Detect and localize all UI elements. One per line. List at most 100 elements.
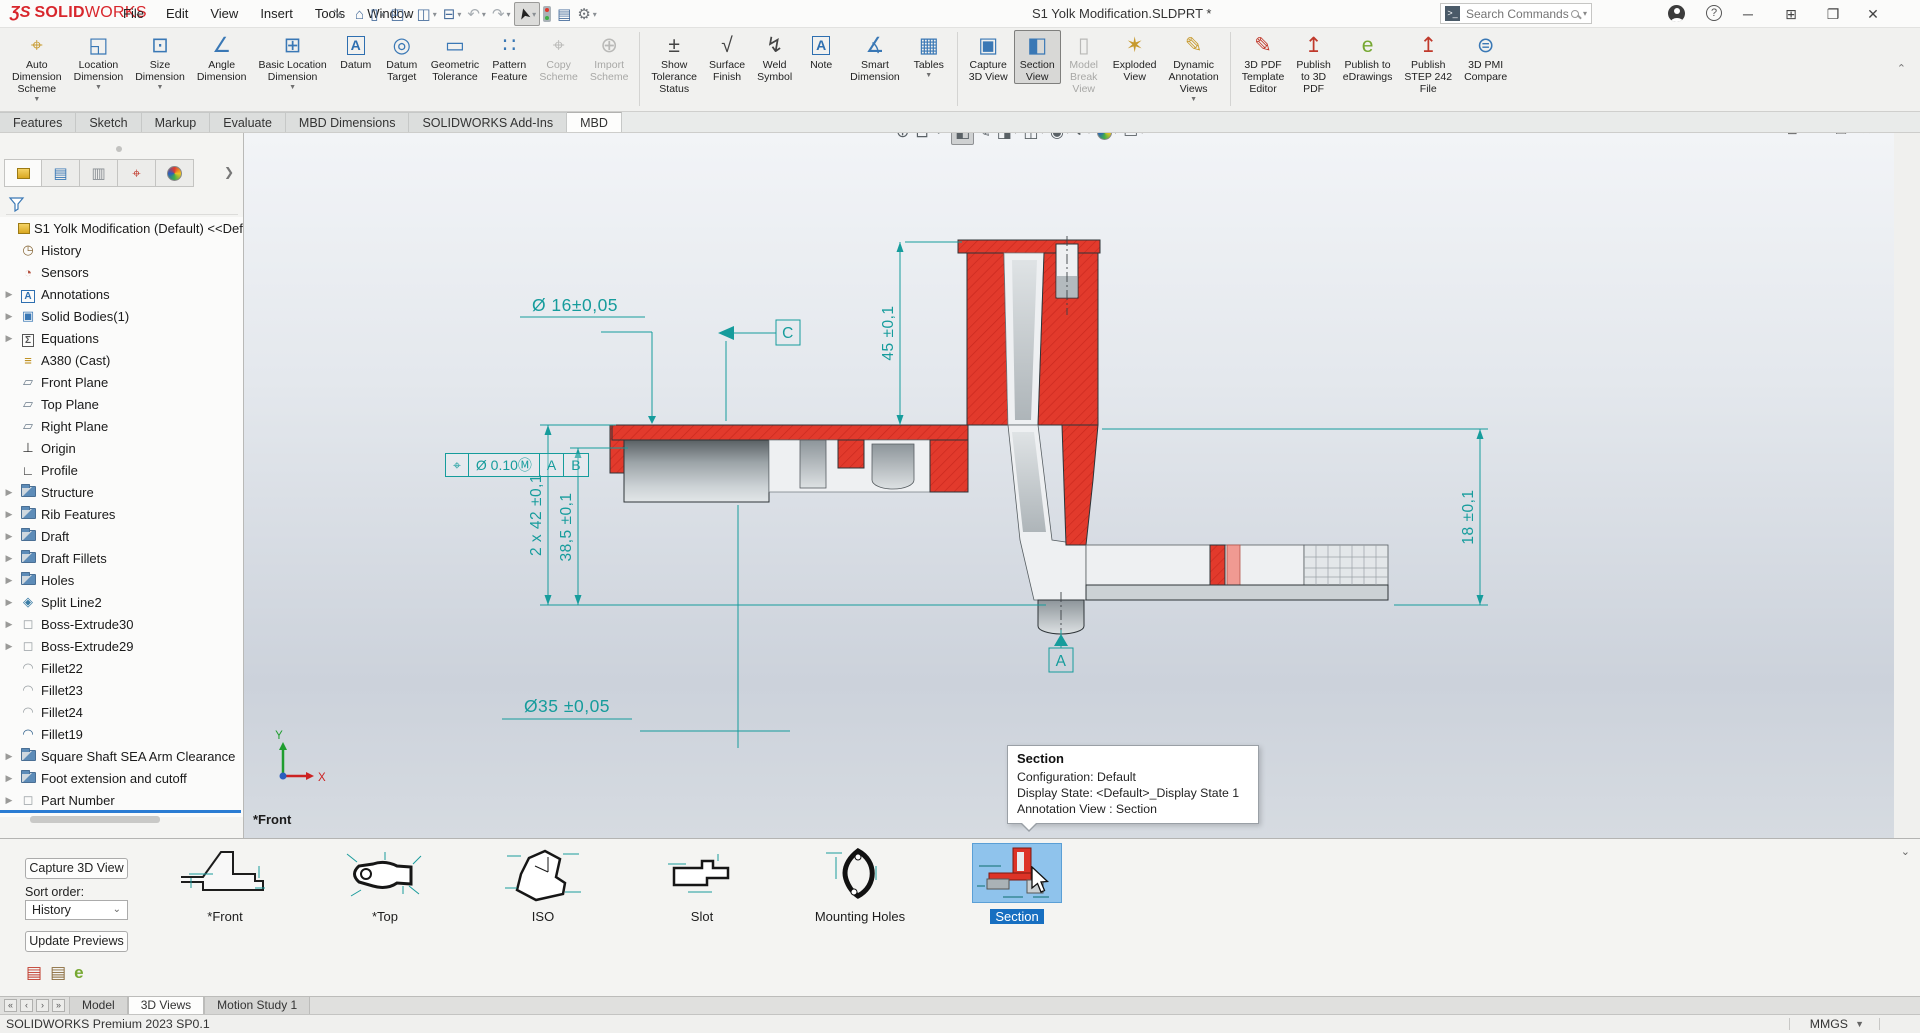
dynamic-annotation-views-button[interactable]: ✎DynamicAnnotationViews▼ [1163, 30, 1225, 103]
restore-button[interactable]: ❐ [1820, 0, 1846, 28]
fm-tab-features[interactable] [4, 159, 42, 187]
home-icon[interactable]: ⌂ [352, 2, 367, 26]
filter-funnel-icon[interactable] [8, 195, 25, 212]
new-document-icon[interactable]: ▯▾ [367, 2, 387, 26]
select-icon[interactable]: ➤▾ [514, 2, 541, 26]
doc-tab-motion-study-1[interactable]: Motion Study 1 [204, 997, 310, 1014]
fm-tab-configurations[interactable]: ▥ [80, 159, 118, 187]
tab-nav-2[interactable]: › [36, 999, 49, 1012]
tab-nav-0[interactable]: « [4, 999, 17, 1012]
3d-pdf-template-editor-button[interactable]: ✎3D PDFTemplateEditor [1236, 30, 1291, 95]
tree-item-history[interactable]: ◷History [0, 239, 243, 261]
search-dropdown-icon[interactable]: ▾ [1583, 9, 1587, 18]
tree-item-top-plane[interactable]: ▱Top Plane [0, 393, 243, 415]
dim-dia16[interactable]: Ø 16±0,05 [532, 295, 618, 315]
fm-tab-properties[interactable]: ▤ [42, 159, 80, 187]
section-view-button[interactable]: ◧SectionView [1014, 30, 1061, 84]
tab-features[interactable]: Features [0, 112, 76, 132]
sort-order-select[interactable]: History ⌄ [25, 900, 128, 920]
tree-item-solid-bodies-1-[interactable]: ▶▣Solid Bodies(1) [0, 305, 243, 327]
view-orientation-icon[interactable]: ◫▾ [1020, 133, 1047, 144]
tree-item-fillet24[interactable]: ◠Fillet24 [0, 701, 243, 723]
tree-item-boss-extrude30[interactable]: ▶◻Boss-Extrude30 [0, 613, 243, 635]
redo-icon[interactable]: ↷▾ [489, 2, 514, 26]
tree-root-item[interactable]: S1 Yolk Modification (Default) <<Default [0, 217, 243, 239]
datum-button[interactable]: ADatum [333, 30, 379, 71]
dim-45[interactable]: 45 ±0,1 [880, 305, 897, 360]
tab-nav-3[interactable]: » [52, 999, 65, 1012]
menu-edit[interactable]: Edit [155, 0, 199, 28]
tree-item-fillet19[interactable]: ◠Fillet19 [0, 723, 243, 745]
tab-evaluate[interactable]: Evaluate [210, 112, 286, 132]
exploded-view-button[interactable]: ✶ExplodedView [1107, 30, 1163, 83]
datum-target-button[interactable]: ◎DatumTarget [379, 30, 425, 83]
tree-horizontal-scrollbar[interactable] [30, 816, 160, 823]
datum-c-label[interactable]: C [782, 325, 794, 342]
doc-minimize-icon[interactable]: ─ [1812, 133, 1821, 138]
units-dropdown-icon[interactable]: ▼ [1855, 1015, 1864, 1033]
doc-tab-model[interactable]: Model [69, 997, 128, 1014]
tree-item-fillet22[interactable]: ◠Fillet22 [0, 657, 243, 679]
print-icon[interactable]: ⊟▾ [440, 2, 465, 26]
search-icon[interactable] [1571, 10, 1579, 18]
tree-item-foot-extension-and-cutoff[interactable]: ▶Foot extension and cutoff [0, 767, 243, 789]
angle-dimension-button[interactable]: ∠AngleDimension [191, 30, 253, 83]
panel-scroll-icon[interactable]: ⌄ [1901, 845, 1910, 858]
tab-nav-1[interactable]: ‹ [20, 999, 33, 1012]
tile-windows-button[interactable]: ⊞ [1778, 0, 1804, 28]
capture-3d-view-button[interactable]: ▣Capture3D View [963, 30, 1014, 83]
location-dimension-button[interactable]: ◱LocationDimension▼ [68, 30, 130, 91]
help-icon[interactable]: ? [1706, 5, 1722, 21]
rebuild-icon[interactable] [540, 2, 554, 26]
tree-item-structure[interactable]: ▶Structure [0, 481, 243, 503]
dim-18[interactable]: 18 ±0,1 [1460, 489, 1477, 544]
menu-view[interactable]: View [199, 0, 249, 28]
publish-step-icon[interactable]: ▤ [50, 963, 66, 983]
publish-step-242-button[interactable]: ↥PublishSTEP 242File [1398, 30, 1458, 95]
tree-item-profile[interactable]: ∟Profile [0, 459, 243, 481]
tree-item-square-shaft-sea-arm-clearance[interactable]: ▶Square Shaft SEA Arm Clearance [0, 745, 243, 767]
thumbnail-image-top[interactable] [341, 844, 429, 902]
display-style-icon[interactable]: ◨▾ [994, 133, 1021, 144]
panel-expand-icon[interactable]: ❯ [224, 165, 234, 179]
close-button[interactable]: ✕ [1860, 0, 1886, 28]
tree-item-part-number[interactable]: ▶◻Part Number [0, 789, 243, 811]
view-thumbnail-holes[interactable]: Mounting Holes [800, 844, 920, 924]
tree-item-front-plane[interactable]: ▱Front Plane [0, 371, 243, 393]
view-scene-icon[interactable]: ▭▾ [1120, 133, 1147, 144]
publish-edrawings-icon[interactable]: e [74, 963, 83, 983]
view-thumbnail-slot[interactable]: Slot [642, 844, 762, 924]
tab-solidworks-add-ins[interactable]: SOLIDWORKS Add-Ins [409, 112, 567, 132]
rollback-bar[interactable] [0, 810, 241, 813]
feature-control-frame-top[interactable]: ⌖Ø 0.10ⓂAB [445, 453, 589, 477]
units-selector[interactable]: MMGS [1810, 1015, 1848, 1033]
tree-item-equations[interactable]: ▶ΣEquations [0, 327, 243, 349]
previous-view-icon[interactable]: ↶ [932, 133, 951, 144]
zoom-to-fit-icon[interactable]: ⊕ [893, 133, 912, 144]
undo-icon[interactable]: ↶▾ [464, 2, 489, 26]
graphics-viewport[interactable]: Ø 16±0,05 45 ±0,1 18 ±0,1 2 x 42 ±0,1 38… [244, 133, 1894, 838]
capture-3d-view-button[interactable]: Capture 3D View [25, 858, 128, 879]
appearances-icon[interactable]: ▾ [1094, 133, 1121, 142]
publish-to-edrawings-button[interactable]: ePublish toeDrawings [1337, 30, 1399, 83]
shadows-icon[interactable]: ◐▾ [1073, 133, 1094, 143]
weld-symbol-button[interactable]: ↯WeldSymbol [751, 30, 798, 83]
doc-tab-3d-views[interactable]: 3D Views [128, 997, 204, 1014]
fm-tab-appearances[interactable] [156, 159, 194, 187]
smart-dimension-button[interactable]: ∡SmartDimension [844, 30, 906, 83]
tree-item-origin[interactable]: ⊥Origin [0, 437, 243, 459]
annotation-views-icon[interactable]: ✎ [974, 133, 993, 144]
tree-item-fillet23[interactable]: ◠Fillet23 [0, 679, 243, 701]
search-input[interactable] [1464, 6, 1571, 22]
view-thumbnail-section[interactable]: Section [957, 844, 1077, 924]
publish-to-3d-pdf-button[interactable]: ↥Publishto 3DPDF [1290, 30, 1336, 95]
show-tolerance-status-button[interactable]: ±ShowToleranceStatus [645, 30, 703, 95]
tree-item-draft[interactable]: ▶Draft [0, 525, 243, 547]
view-thumbnail-iso[interactable]: ISO [483, 844, 603, 924]
tables-button[interactable]: ▦Tables▼ [906, 30, 952, 79]
tree-item-boss-extrude29[interactable]: ▶◻Boss-Extrude29 [0, 635, 243, 657]
hide-show-items-icon[interactable]: ◉▾ [1047, 133, 1072, 144]
tree-filter-row[interactable] [6, 193, 238, 215]
options-gear-icon[interactable]: ⚙▾ [574, 2, 599, 26]
thumbnail-image-front[interactable] [181, 844, 269, 902]
